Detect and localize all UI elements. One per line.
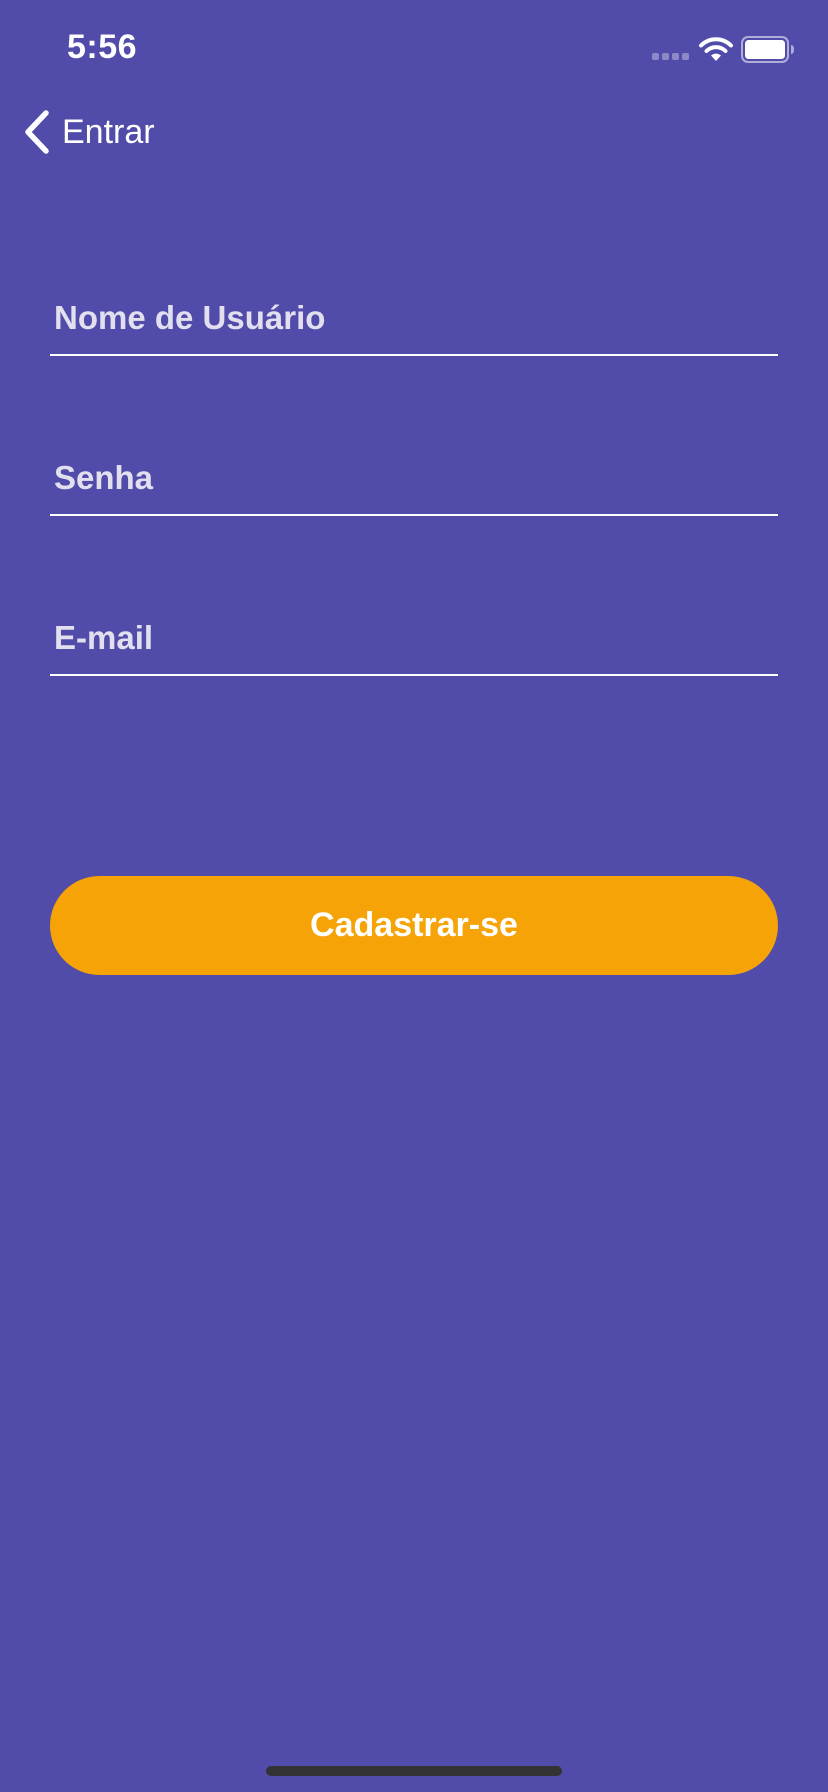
signal-icon [652,53,689,60]
signup-button[interactable]: Cadastrar-se [50,876,778,975]
username-field [50,286,778,356]
username-input[interactable] [54,296,754,340]
email-field [50,606,778,676]
email-input[interactable] [54,616,754,660]
status-time: 5:56 [67,28,138,66]
signup-screen: 5:56 Entrar Cadastrar-se [0,0,828,1792]
wifi-icon [699,37,733,61]
password-field [50,446,778,516]
status-bar: 5:56 [0,0,828,100]
home-indicator[interactable] [266,1766,562,1776]
back-button-label: Entrar [62,112,155,151]
password-input[interactable] [54,456,754,500]
chevron-left-icon [25,110,49,154]
back-button[interactable]: Entrar [22,106,155,158]
battery-icon [741,36,794,63]
